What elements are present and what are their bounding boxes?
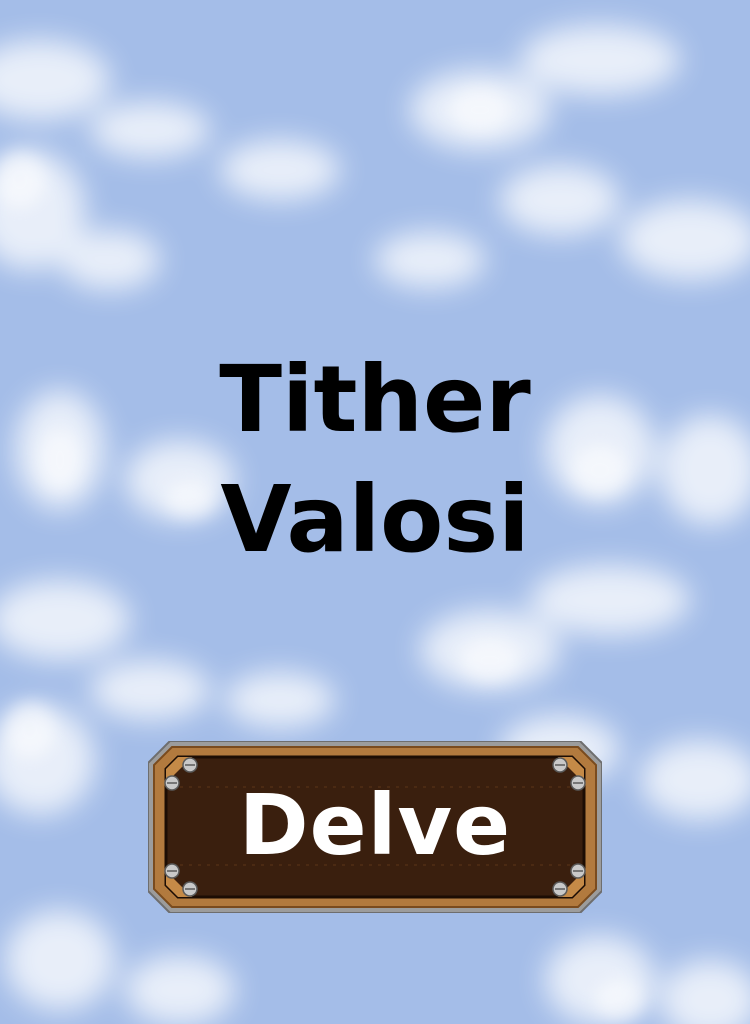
delve-button[interactable]: Delve [148,741,602,913]
game-title: Tither Valosi [0,340,750,580]
game-title-line-2: Valosi [220,466,530,573]
delve-button-label: Delve [238,776,512,874]
game-title-line-1: Tither [219,346,531,453]
